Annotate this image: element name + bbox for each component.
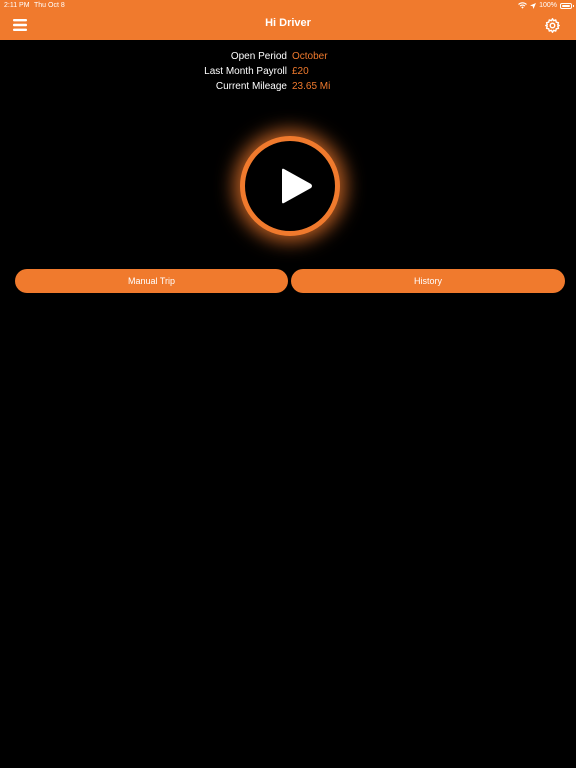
status-date: Thu Oct 8 (34, 2, 65, 9)
play-icon (278, 168, 314, 209)
mileage-row: Current Mileage 23.65 Mi (0, 79, 576, 94)
header: 2:11 PM Thu Oct 8 100% Hi Driver (0, 0, 576, 40)
status-indicators: 100% (518, 1, 574, 10)
nav-bar: Hi Driver (0, 11, 576, 40)
battery-level (562, 4, 570, 7)
app-screen: 2:11 PM Thu Oct 8 100% Hi Driver Open Pe… (0, 0, 576, 768)
battery-percent: 100% (539, 2, 557, 9)
payroll-value: £20 (292, 66, 309, 77)
mileage-label: Current Mileage (215, 81, 287, 92)
status-time: 2:11 PM (4, 2, 30, 9)
battery-icon (560, 2, 574, 9)
mileage-value: 23.65 Mi (292, 81, 331, 92)
open-period-row: Open Period October (0, 49, 576, 64)
location-arrow-icon (530, 2, 537, 9)
wifi-icon (518, 2, 527, 9)
manual-trip-button[interactable]: Manual Trip (15, 269, 288, 293)
open-period-value: October (292, 51, 328, 62)
page-title: Hi Driver (265, 17, 311, 29)
payroll-label: Last Month Payroll (204, 66, 287, 77)
start-trip-button[interactable] (240, 136, 340, 236)
summary-info: Open Period October Last Month Payroll £… (0, 49, 576, 94)
history-button[interactable]: History (291, 269, 565, 293)
status-bar: 2:11 PM Thu Oct 8 100% (0, 0, 576, 11)
payroll-row: Last Month Payroll £20 (0, 64, 576, 79)
open-period-label: Open Period (230, 51, 287, 62)
gear-icon[interactable] (544, 17, 561, 34)
